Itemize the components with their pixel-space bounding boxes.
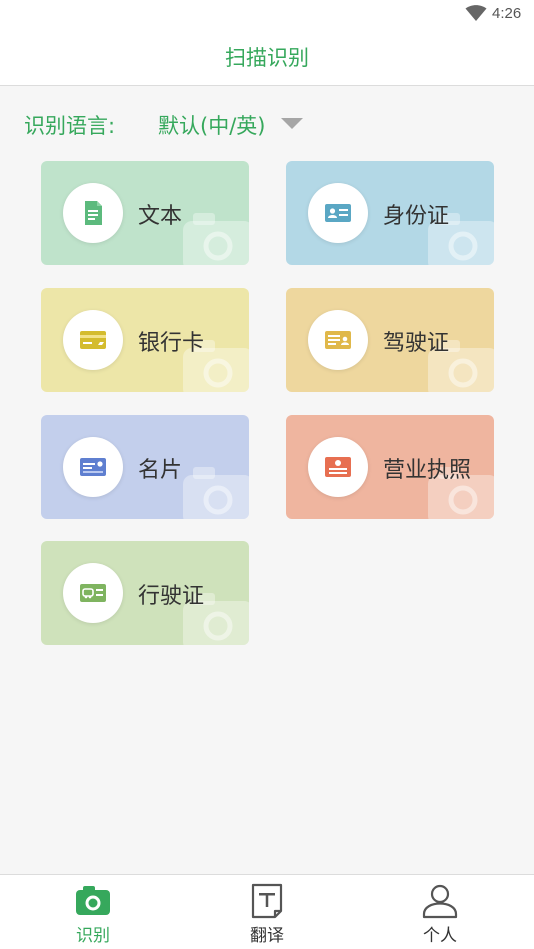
camera-watermark-icon	[183, 213, 249, 265]
camera-watermark-icon	[183, 467, 249, 519]
card-icon-circle	[63, 183, 123, 243]
card-icon-circle	[63, 437, 123, 497]
language-selector[interactable]: 识别语言: 默认(中/英)	[24, 110, 324, 140]
card-driver-license[interactable]: 驾驶证	[286, 288, 494, 392]
driver-license-icon	[325, 331, 351, 349]
card-label: 身份证	[383, 204, 450, 229]
business-card-icon	[80, 458, 106, 476]
status-time: 4:26	[492, 5, 522, 22]
card-label: 驾驶证	[383, 331, 450, 356]
card-label: 行驶证	[138, 584, 205, 609]
card-bank-card[interactable]: 银行卡	[41, 288, 249, 392]
nav-label: 识别	[76, 926, 110, 946]
nav-label: 个人	[423, 926, 457, 946]
bank-card-icon	[80, 331, 106, 349]
card-label: 名片	[138, 458, 183, 483]
card-icon-circle	[308, 310, 368, 370]
language-value[interactable]: 默认(中/英)	[158, 110, 265, 140]
bottom-nav: 识别 翻译 个人	[0, 874, 534, 949]
card-label: 文本	[138, 204, 183, 229]
business-license-icon	[325, 457, 351, 477]
person-icon	[422, 884, 458, 919]
card-id-card[interactable]: 身份证	[286, 161, 494, 265]
card-icon-circle	[63, 310, 123, 370]
card-label: 营业执照	[383, 458, 472, 483]
card-icon-circle	[308, 437, 368, 497]
card-vehicle-license[interactable]: 行驶证	[41, 541, 249, 645]
nav-item-recognize[interactable]: 识别	[43, 875, 143, 949]
camera-icon	[76, 886, 110, 915]
document-icon	[85, 201, 102, 225]
card-business-license[interactable]: 营业执照	[286, 415, 494, 519]
card-icon-circle	[308, 183, 368, 243]
translate-icon	[251, 883, 283, 919]
wifi-icon	[465, 5, 487, 21]
language-label: 识别语言:	[24, 114, 116, 138]
nav-item-profile[interactable]: 个人	[390, 875, 490, 949]
card-label: 银行卡	[138, 331, 205, 356]
card-text[interactable]: 文本	[41, 161, 249, 265]
id-card-icon	[325, 204, 351, 222]
nav-item-translate[interactable]: 翻译	[217, 875, 317, 949]
page-title: 扫描识别	[225, 46, 309, 70]
nav-label: 翻译	[250, 926, 284, 946]
dropdown-caret-icon[interactable]	[281, 118, 303, 129]
card-business-card[interactable]: 名片	[41, 415, 249, 519]
status-bar: 4:26	[0, 0, 534, 28]
card-icon-circle	[63, 563, 123, 623]
vehicle-license-icon	[80, 584, 106, 602]
app-header: 扫描识别	[0, 28, 534, 86]
